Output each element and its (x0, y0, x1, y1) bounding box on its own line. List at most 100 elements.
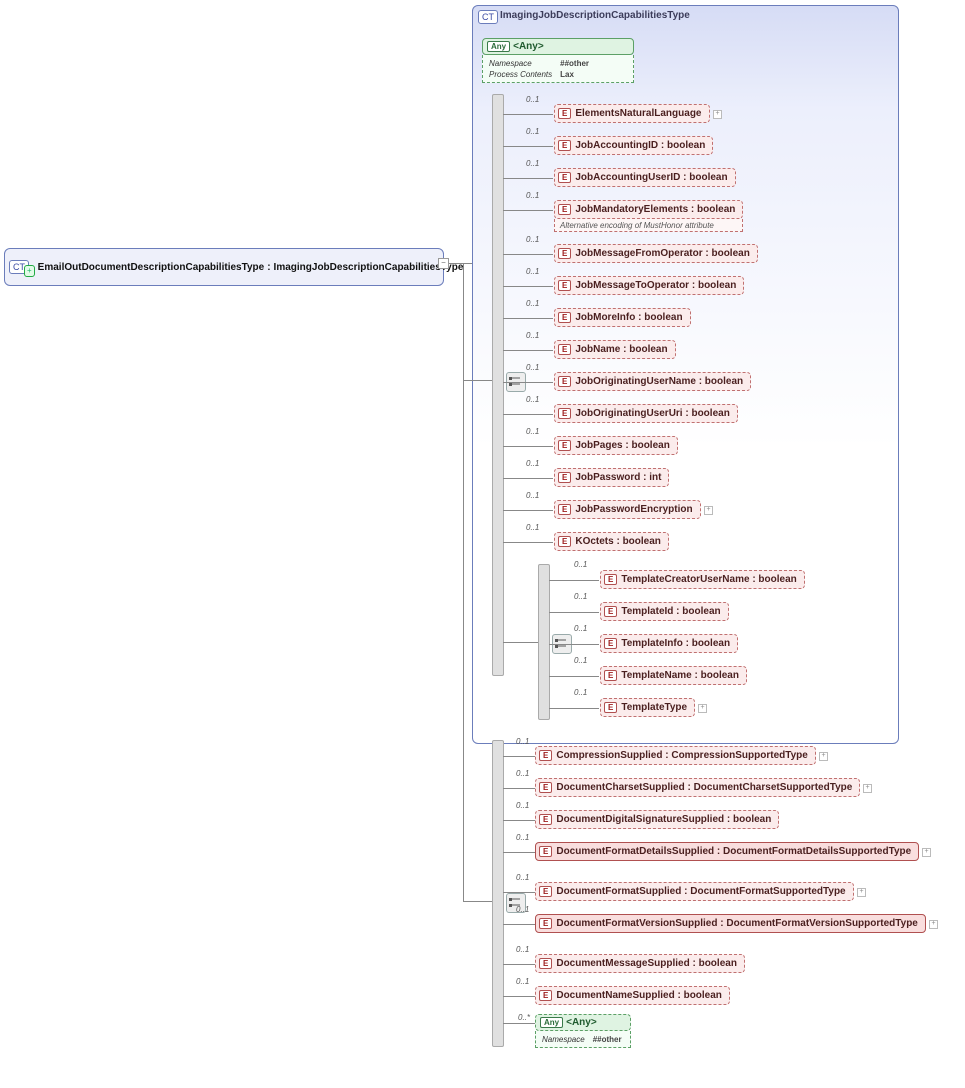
root-ct-label-right: ImagingJobDescriptionCapabilitiesType (274, 262, 464, 273)
connector-line (503, 642, 538, 643)
connector-line (503, 382, 553, 383)
any-pc-label: Process Contents (489, 70, 552, 79)
occurrence-label: 0..1 (516, 905, 529, 914)
element-node[interactable]: E TemplateId : boolean (600, 602, 729, 621)
e-badge-icon: E (558, 376, 571, 387)
occurrence-label: 0..* (518, 1013, 530, 1022)
element-node[interactable]: E JobPasswordEncryption (554, 500, 701, 519)
occurrence-label: 0..1 (516, 801, 529, 810)
occurrence-label: 0..1 (574, 560, 587, 569)
connector-line (549, 708, 599, 709)
any-badge-icon: Any (487, 41, 510, 52)
element-node[interactable]: E DocumentFormatVersionSupplied : Docume… (535, 914, 926, 933)
element-node[interactable]: E ElementsNaturalLanguage (554, 104, 710, 123)
e-badge-icon: E (539, 958, 552, 969)
e-badge-icon: E (558, 504, 571, 515)
connector-line (503, 964, 535, 965)
element-node[interactable]: E JobPages : boolean (554, 436, 678, 455)
occurrence-label: 0..1 (516, 737, 529, 746)
element-node[interactable]: E TemplateName : boolean (600, 666, 747, 685)
occurrence-label: 0..1 (516, 873, 529, 882)
element-node[interactable]: E TemplateType (600, 698, 695, 717)
element-node[interactable]: E JobMessageToOperator : boolean (554, 276, 744, 295)
expand-icon[interactable]: + (929, 920, 938, 929)
element-node[interactable]: E DocumentFormatDetailsSupplied : Docume… (535, 842, 919, 861)
element-label: TemplateType (621, 702, 687, 713)
expand-icon[interactable]: + (922, 848, 931, 857)
connector-line (503, 892, 535, 893)
element-node[interactable]: E JobPassword : int (554, 468, 669, 487)
occurrence-label: 0..1 (574, 592, 587, 601)
connector-line (549, 580, 599, 581)
element-node[interactable]: E JobAccountingID : boolean (554, 136, 713, 155)
connector-line (463, 380, 493, 381)
any-wildcard-label: <Any> (513, 41, 544, 52)
expand-icon[interactable]: + (704, 506, 713, 515)
element-node[interactable]: E TemplateInfo : boolean (600, 634, 738, 653)
group-bar (538, 564, 550, 720)
plus-icon: + (24, 265, 35, 277)
connector-line (503, 1023, 535, 1024)
element-label: JobPages : boolean (575, 440, 669, 451)
expand-root-icon[interactable]: − (438, 258, 449, 269)
connector-line (503, 924, 535, 925)
element-label: CompressionSupplied : CompressionSupport… (556, 750, 808, 761)
element-node[interactable]: E JobAccountingUserID : boolean (554, 168, 736, 187)
occurrence-label: 0..1 (526, 299, 539, 308)
occurrence-label: 0..1 (526, 267, 539, 276)
connector-line (503, 542, 553, 543)
any-ns-label: Namespace (542, 1035, 585, 1044)
e-badge-icon: E (539, 750, 552, 761)
connector-line (503, 114, 553, 115)
any-ns-label: Namespace (489, 59, 532, 68)
any-pc-value: Lax (560, 70, 574, 79)
element-label: DocumentFormatVersionSupplied : Document… (556, 918, 918, 929)
connector-line (503, 756, 535, 757)
expand-icon[interactable]: + (863, 784, 872, 793)
element-node[interactable]: E JobMessageFromOperator : boolean (554, 244, 758, 263)
e-badge-icon: E (558, 344, 571, 355)
element-node[interactable]: E JobOriginatingUserName : boolean (554, 372, 751, 391)
element-node[interactable]: E CompressionSupplied : CompressionSuppo… (535, 746, 816, 765)
e-badge-icon: E (558, 312, 571, 323)
expand-icon[interactable]: + (857, 888, 866, 897)
occurrence-label: 0..1 (516, 769, 529, 778)
connector-line (503, 286, 553, 287)
connector-line (549, 612, 599, 613)
e-badge-icon: E (558, 536, 571, 547)
element-node[interactable]: E JobName : boolean (554, 340, 676, 359)
element-node[interactable]: E JobMoreInfo : boolean (554, 308, 691, 327)
element-node[interactable]: E DocumentDigitalSignatureSupplied : boo… (535, 810, 779, 829)
occurrence-label: 0..1 (516, 833, 529, 842)
connector-line (503, 414, 553, 415)
element-label: JobMessageFromOperator : boolean (575, 248, 749, 259)
connector-line (463, 901, 493, 902)
e-badge-icon: E (558, 108, 571, 119)
element-node[interactable]: E KOctets : boolean (554, 532, 669, 551)
element-node[interactable]: E JobOriginatingUserUri : boolean (554, 404, 738, 423)
connector-line (549, 644, 599, 645)
expand-icon[interactable]: + (819, 752, 828, 761)
occurrence-label: 0..1 (526, 159, 539, 168)
e-badge-icon: E (604, 670, 617, 681)
element-node[interactable]: E DocumentMessageSupplied : boolean (535, 954, 745, 973)
element-node[interactable]: E DocumentCharsetSupplied : DocumentChar… (535, 778, 860, 797)
element-node[interactable]: E DocumentFormatSupplied : DocumentForma… (535, 882, 854, 901)
connector-line (503, 996, 535, 997)
expand-icon[interactable]: + (713, 110, 722, 119)
element-node[interactable]: E DocumentNameSupplied : boolean (535, 986, 730, 1005)
expand-icon[interactable]: + (698, 704, 707, 713)
occurrence-label: 0..1 (526, 427, 539, 436)
occurrence-label: 0..1 (574, 624, 587, 633)
e-badge-icon: E (604, 702, 617, 713)
connector-line (549, 676, 599, 677)
connector-line (503, 318, 553, 319)
element-label: JobOriginatingUserUri : boolean (575, 408, 729, 419)
element-label: KOctets : boolean (575, 536, 661, 547)
element-node[interactable]: E TemplateCreatorUserName : boolean (600, 570, 805, 589)
group-bar (492, 740, 504, 1047)
connector-line (503, 146, 553, 147)
occurrence-label: 0..1 (526, 331, 539, 340)
occurrence-label: 0..1 (526, 191, 539, 200)
element-node[interactable]: E JobMandatoryElements : boolean (554, 200, 743, 219)
